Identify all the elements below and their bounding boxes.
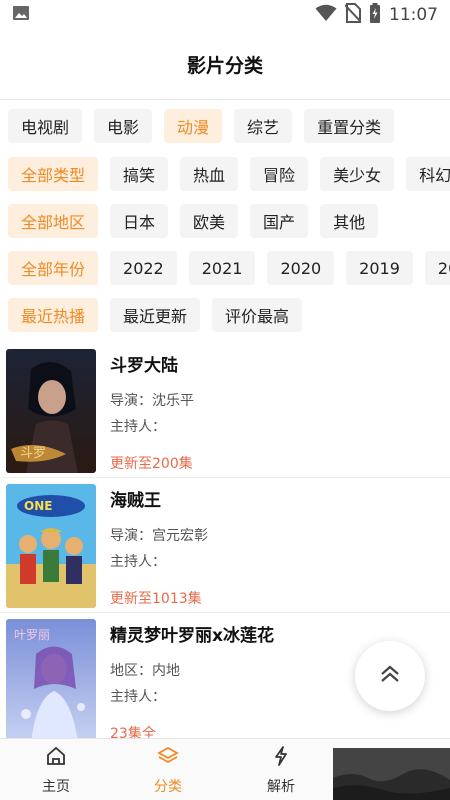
reset-filter-button[interactable]: 重置分类 xyxy=(304,109,395,143)
video-host: 主持人： xyxy=(110,554,166,570)
video-title: 海贼王 xyxy=(110,491,161,511)
status-time: 11:07 xyxy=(389,5,438,25)
year-chip-2022[interactable]: 2022 xyxy=(110,251,177,285)
image-notification-icon xyxy=(12,4,30,26)
genre-filter-row: 全部类型 搞笑 热血 冒险 美少女 科幻 xyxy=(8,157,450,191)
poster-image: ONE xyxy=(6,484,96,608)
video-title: 精灵梦叶罗丽x冰莲花 xyxy=(110,626,274,646)
region-chip-other[interactable]: 其他 xyxy=(320,204,379,238)
battery-charging-icon xyxy=(369,3,381,27)
region-chip-japan[interactable]: 日本 xyxy=(110,204,169,238)
poster-image: 斗罗 xyxy=(6,349,96,473)
video-title: 斗罗大陆 xyxy=(110,356,178,376)
video-region: 地区：内地 xyxy=(110,663,180,679)
nav-parse-label: 解析 xyxy=(267,778,295,795)
region-chip-western[interactable]: 欧美 xyxy=(180,204,239,238)
header: 影片分类 xyxy=(0,30,450,100)
svg-text:叶罗丽: 叶罗丽 xyxy=(14,628,50,642)
list-item[interactable]: 斗罗 斗罗大陆 导演：沈乐平 主持人： 更新至200集 xyxy=(0,343,450,478)
list-item[interactable]: ONE 海贼王 导演：宫元宏彰 主持人： 更新至1013集 xyxy=(0,478,450,613)
scroll-top-button[interactable] xyxy=(355,641,425,711)
genre-chip-girls[interactable]: 美少女 xyxy=(320,157,395,191)
status-bar: 11:07 xyxy=(0,0,450,30)
no-sim-icon xyxy=(344,3,362,27)
lightning-icon xyxy=(270,745,292,771)
nav-home[interactable]: 主页 xyxy=(16,739,96,800)
year-chip-2021[interactable]: 2021 xyxy=(188,251,256,285)
type-filter-row: 电视剧 电影 动漫 综艺 重置分类 xyxy=(8,109,395,143)
genre-chip-all[interactable]: 全部类型 xyxy=(8,157,99,191)
sort-chip-hot[interactable]: 最近热播 xyxy=(8,298,99,332)
region-filter-row: 全部地区 日本 欧美 国产 其他 xyxy=(8,204,379,238)
type-chip-tv[interactable]: 电视剧 xyxy=(8,109,83,143)
episode-status: 更新至1013集 xyxy=(110,591,202,607)
filter-panel: 电视剧 电影 动漫 综艺 重置分类 全部类型 搞笑 热血 冒险 美少女 科幻 全… xyxy=(0,100,450,343)
sort-chip-rating[interactable]: 评价最高 xyxy=(212,298,303,332)
layers-icon xyxy=(157,745,179,771)
svg-text:ONE: ONE xyxy=(24,499,52,513)
year-filter-row: 全部年份 2022 2021 2020 2019 2018 xyxy=(8,251,450,285)
genre-chip-comedy[interactable]: 搞笑 xyxy=(110,157,169,191)
episode-status: 23集全 xyxy=(110,726,156,738)
video-director: 导演：沈乐平 xyxy=(110,393,194,409)
video-host: 主持人： xyxy=(110,689,166,705)
type-chip-movie[interactable]: 电影 xyxy=(94,109,153,143)
nav-category-label: 分类 xyxy=(154,778,182,795)
nav-parse[interactable]: 解析 xyxy=(241,739,321,800)
episode-status: 更新至200集 xyxy=(110,456,193,472)
type-chip-variety[interactable]: 综艺 xyxy=(234,109,293,143)
genre-chip-adventure[interactable]: 冒险 xyxy=(250,157,309,191)
region-chip-all[interactable]: 全部地区 xyxy=(8,204,99,238)
nav-category[interactable]: 分类 xyxy=(128,739,208,800)
year-chip-2019[interactable]: 2019 xyxy=(346,251,413,285)
year-chip-2020[interactable]: 2020 xyxy=(267,251,335,285)
video-director: 导演：宫元宏彰 xyxy=(110,528,208,544)
page-title: 影片分类 xyxy=(186,55,263,77)
nav-home-label: 主页 xyxy=(42,778,70,795)
genre-chip-action[interactable]: 热血 xyxy=(180,157,239,191)
year-chip-2018[interactable]: 2018 xyxy=(424,251,450,285)
region-chip-domestic[interactable]: 国产 xyxy=(250,204,309,238)
home-icon xyxy=(45,745,67,771)
type-chip-anime[interactable]: 动漫 xyxy=(164,109,223,143)
sort-chip-latest[interactable]: 最近更新 xyxy=(110,298,201,332)
year-chip-all[interactable]: 全部年份 xyxy=(8,251,99,285)
sort-filter-row: 最近热播 最近更新 评价最高 xyxy=(8,298,303,332)
bottom-nav: 主页 分类 解析 xyxy=(0,738,450,800)
video-host: 主持人： xyxy=(110,419,166,435)
floating-video-thumbnail[interactable] xyxy=(333,748,450,800)
genre-chip-scifi[interactable]: 科幻 xyxy=(406,157,450,191)
poster-image: 叶罗丽 xyxy=(6,619,96,738)
double-chevron-up-icon xyxy=(378,662,402,690)
svg-text:斗罗: 斗罗 xyxy=(20,446,46,461)
wifi-icon xyxy=(315,4,337,26)
